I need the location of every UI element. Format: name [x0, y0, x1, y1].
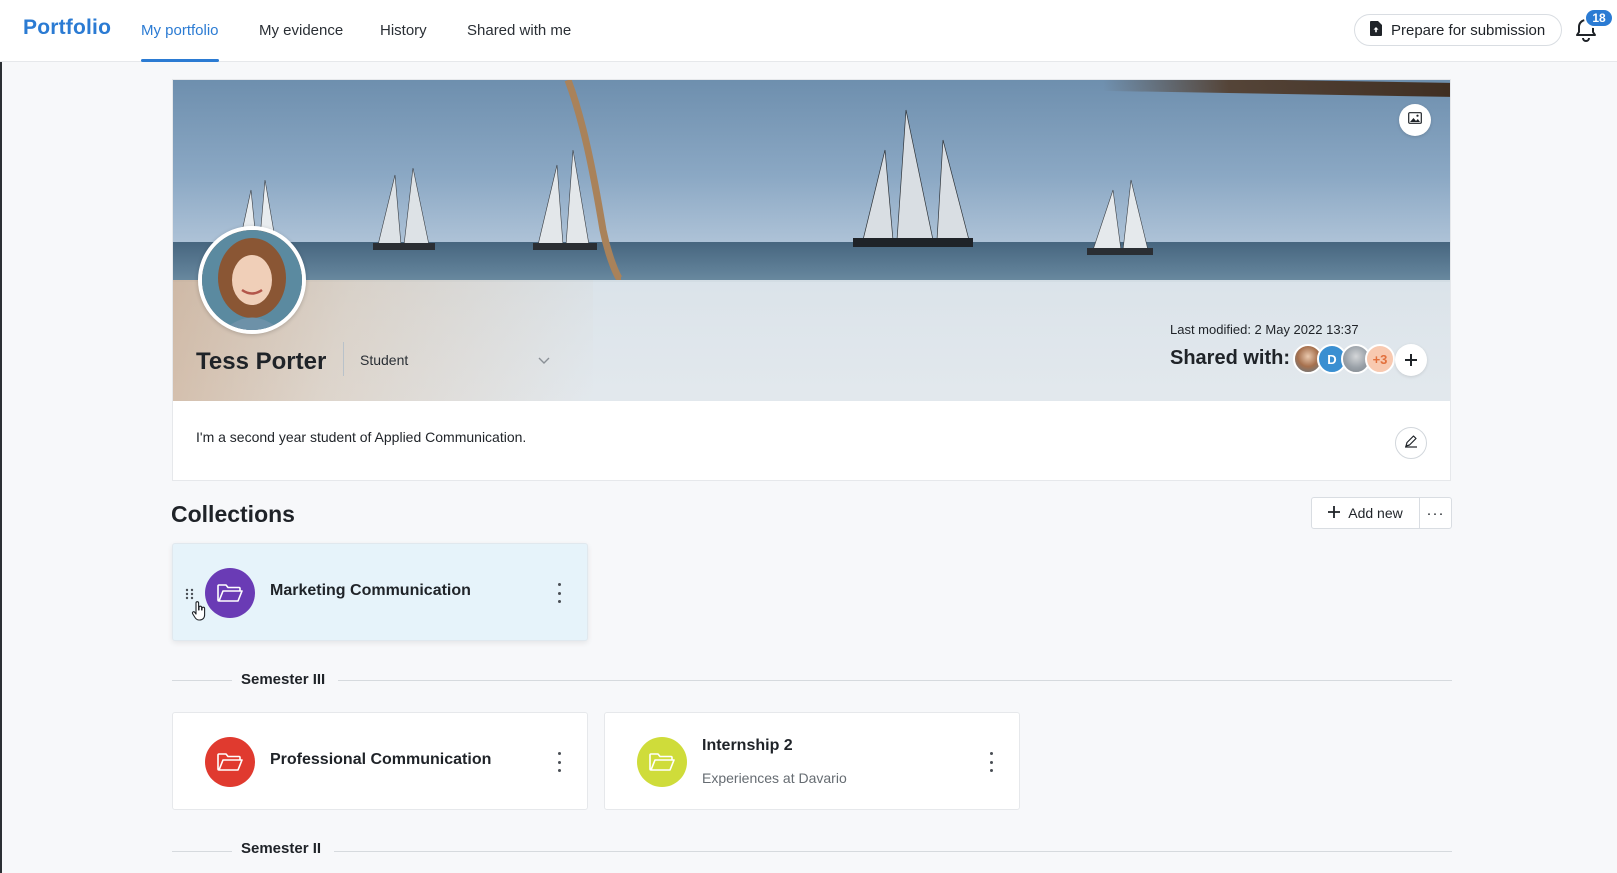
folder-icon [205, 737, 255, 787]
collection-title: Marketing Communication [270, 582, 471, 599]
chevron-down-icon [538, 352, 550, 368]
tab-history[interactable]: History [380, 22, 427, 39]
section-label-semester-ii: Semester II [241, 840, 322, 857]
add-share-button[interactable] [1395, 344, 1427, 376]
collections-actions: Add new ··· [1311, 497, 1452, 529]
file-upload-icon [1370, 20, 1382, 40]
section-divider [172, 851, 232, 852]
role-value: Student [360, 352, 409, 368]
last-modified-text: Last modified: 2 May 2022 13:37 [1170, 322, 1359, 337]
banner-sailboats-image [233, 80, 1153, 280]
section-divider [334, 851, 1452, 852]
prepare-label: Prepare for submission [1391, 21, 1546, 39]
add-new-button[interactable]: Add new [1312, 498, 1420, 528]
collection-title: Internship 2 [702, 737, 793, 754]
shared-with-label: Shared with: [1170, 347, 1291, 369]
notification-count-badge: 18 [1584, 8, 1614, 28]
section-divider [338, 680, 1452, 681]
collection-title: Professional Communication [270, 751, 492, 768]
change-banner-button[interactable] [1399, 104, 1431, 136]
drag-handle-icon[interactable] [185, 587, 195, 600]
active-tab-indicator [141, 59, 219, 62]
plus-icon [1328, 505, 1341, 521]
collection-card[interactable]: Internship 2 Experiences at Davario [604, 712, 1020, 810]
window-edge [0, 62, 2, 873]
tab-shared-with-me[interactable]: Shared with me [467, 22, 571, 39]
collection-menu-icon[interactable] [555, 752, 563, 772]
more-options-button[interactable]: ··· [1420, 498, 1451, 528]
collection-menu-icon[interactable] [555, 583, 563, 603]
tab-my-evidence[interactable]: My evidence [259, 22, 343, 39]
tab-my-portfolio[interactable]: My portfolio [141, 22, 219, 39]
profile-name: Tess Porter [196, 348, 327, 375]
collection-subtitle: Experiences at Davario [702, 770, 847, 786]
prepare-for-submission-button[interactable]: Prepare for submission [1354, 14, 1563, 46]
add-new-label: Add new [1348, 505, 1403, 521]
folder-icon [637, 737, 687, 787]
profile-avatar[interactable] [198, 226, 306, 334]
profile-card: Tess Porter Student Last modified: 2 May… [172, 79, 1451, 481]
collections-heading: Collections [171, 501, 295, 527]
edit-bio-button[interactable] [1395, 427, 1427, 459]
collection-card[interactable]: Professional Communication [172, 712, 588, 810]
pencil-icon [1404, 434, 1418, 453]
top-navigation-bar: Portfolio My portfolio My evidence Histo… [0, 0, 1617, 62]
role-select[interactable]: Student [360, 347, 550, 373]
shared-more-count[interactable]: +3 [1365, 344, 1395, 374]
plus-icon [1404, 347, 1418, 373]
section-label-semester-iii: Semester III [241, 671, 326, 688]
app-logo[interactable]: Portfolio [23, 16, 111, 40]
collection-card[interactable]: Marketing Communication [172, 543, 588, 641]
folder-icon [205, 568, 255, 618]
collection-menu-icon[interactable] [987, 752, 995, 772]
image-icon [1408, 111, 1422, 129]
shared-with-avatars[interactable]: D +3 [1293, 344, 1395, 376]
hand-cursor-icon [191, 601, 207, 626]
profile-bio: I'm a second year student of Applied Com… [196, 429, 527, 445]
name-divider [343, 342, 344, 376]
section-divider [172, 680, 232, 681]
